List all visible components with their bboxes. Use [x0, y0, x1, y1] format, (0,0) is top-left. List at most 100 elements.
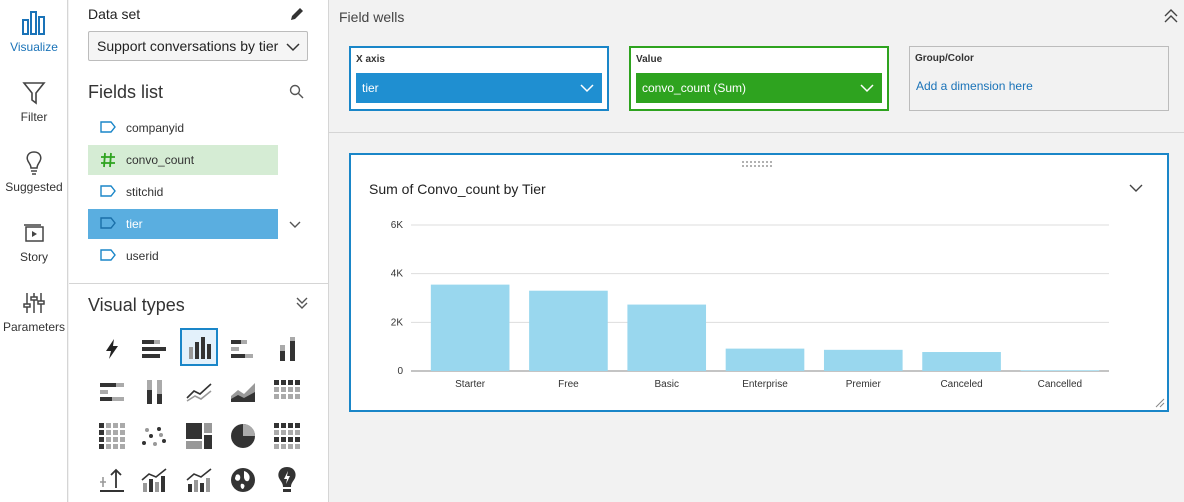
- x-axis-well[interactable]: X axis tier: [349, 46, 609, 111]
- edit-dataset-button[interactable]: [289, 6, 305, 27]
- y-tick-label: 2K: [391, 317, 404, 328]
- group-color-well-label: Group/Color: [915, 53, 974, 64]
- percent-bar-chart-icon: [100, 383, 124, 401]
- visual-type-pie[interactable]: [224, 417, 262, 455]
- visual-type-100-column[interactable]: [135, 373, 173, 411]
- dimension-tag-icon: [100, 121, 116, 133]
- field-item-convo-count[interactable]: convo_count: [88, 145, 278, 175]
- table-icon: [274, 423, 300, 449]
- visual-type-table[interactable]: [268, 417, 306, 455]
- story-icon: [24, 224, 44, 242]
- percent-column-chart-icon: [147, 380, 162, 404]
- scatter-plot-icon: [142, 427, 166, 446]
- field-label: convo_count: [126, 153, 195, 167]
- collapse-field-wells-button[interactable]: [1163, 8, 1179, 29]
- area-chart-icon: [231, 383, 255, 402]
- bar-premier[interactable]: [823, 349, 903, 371]
- field-item-companyid[interactable]: companyid: [88, 113, 278, 143]
- x-tick-label: Enterprise: [742, 379, 788, 390]
- globe-icon: [231, 468, 255, 492]
- bar-chart: 0 2K 4K 6K Starter Free Basic Enterprise Premier…: [391, 220, 1109, 390]
- line-chart-icon: [186, 383, 212, 402]
- visual-type-vertical-bar[interactable]: [180, 328, 218, 366]
- divider: [69, 283, 329, 284]
- visual-type-combo-bar-line[interactable]: [135, 461, 173, 499]
- combo-stacked-chart-icon: [186, 468, 212, 492]
- pie-chart-icon: [231, 424, 255, 448]
- visual-type-tree-map[interactable]: [180, 417, 218, 455]
- add-dimension-link[interactable]: Add a dimension here: [916, 79, 1033, 93]
- dimension-tag-icon: [100, 217, 116, 229]
- nav-story[interactable]: Story: [0, 220, 68, 264]
- fields-list-title: Fields list: [88, 82, 164, 102]
- visual-type-insight[interactable]: [268, 461, 306, 499]
- x-tick-label: Basic: [654, 379, 678, 390]
- nav-parameters-label: Parameters: [2, 320, 66, 334]
- field-item-userid[interactable]: userid: [88, 241, 278, 271]
- value-well-label: Value: [636, 54, 663, 65]
- nav-suggested[interactable]: Suggested: [0, 150, 68, 194]
- visual-type-stacked-column[interactable]: [268, 330, 306, 368]
- field-item-tier[interactable]: tier: [88, 209, 278, 239]
- search-icon: [289, 84, 304, 99]
- chevron-down-icon: [580, 84, 594, 93]
- value-field-value: convo_count (Sum): [642, 81, 747, 95]
- visual-type-heat-map[interactable]: [268, 373, 306, 411]
- collapse-visual-types-button[interactable]: [295, 296, 309, 315]
- visual-types-title: Visual types: [88, 295, 185, 315]
- value-well[interactable]: Value convo_count (Sum): [629, 46, 889, 111]
- stacked-bar-chart-icon: [231, 340, 253, 358]
- visualize-icon: [22, 11, 45, 35]
- pivot-table-icon: [99, 423, 125, 449]
- left-nav: Visualize Filter Suggested Story Paramet…: [0, 0, 68, 502]
- visual-card[interactable]: Sum of Convo_count by Tier 0 2K 4K 6K Starte…: [349, 153, 1169, 412]
- parameters-icon: [23, 293, 45, 313]
- filter-icon: [22, 82, 46, 105]
- visual-type-line[interactable]: [180, 373, 218, 411]
- dataset-label: Data set: [88, 6, 141, 22]
- horizontal-bar-chart-icon: [142, 340, 166, 358]
- field-options-button[interactable]: [289, 217, 301, 235]
- visual-type-kpi[interactable]: [93, 461, 131, 499]
- visual-type-100-bar[interactable]: [93, 373, 131, 411]
- visual-type-autograph[interactable]: [93, 330, 131, 368]
- x-axis-field-pill[interactable]: tier: [356, 73, 602, 103]
- nav-visualize[interactable]: Visualize: [0, 10, 68, 54]
- vertical-bar-chart-icon: [189, 337, 211, 359]
- value-field-pill[interactable]: convo_count (Sum): [636, 73, 882, 103]
- nav-filter[interactable]: Filter: [0, 80, 68, 124]
- bar-cancelled[interactable]: [1020, 370, 1100, 371]
- dataset-select[interactable]: Support conversations by tier: [88, 31, 308, 61]
- visual-type-horizontal-bar[interactable]: [135, 330, 173, 368]
- visual-type-pivot-table[interactable]: [93, 417, 131, 455]
- field-wells: Field wells X axis tier Value convo_coun…: [329, 0, 1184, 133]
- visual-type-stacked-bar[interactable]: [224, 330, 262, 368]
- bar-enterprise[interactable]: [725, 348, 805, 371]
- resize-handle-icon[interactable]: [1155, 398, 1165, 408]
- bar-free[interactable]: [529, 290, 608, 371]
- kpi-icon: [100, 468, 124, 492]
- visual-type-combo-stacked[interactable]: [180, 461, 218, 499]
- bar-basic[interactable]: [627, 304, 707, 371]
- x-tick-label: Canceled: [940, 379, 982, 390]
- x-tick-label: Free: [558, 379, 579, 390]
- field-wells-title: Field wells: [339, 9, 405, 25]
- double-chevron-up-icon: [1164, 9, 1178, 23]
- group-color-well[interactable]: Group/Color Add a dimension here: [909, 46, 1169, 111]
- x-tick-label: Starter: [455, 379, 486, 390]
- fields-panel: Data set Support conversations by tier F…: [69, 0, 329, 502]
- visual-type-area[interactable]: [224, 373, 262, 411]
- tree-map-icon: [186, 423, 212, 449]
- y-tick-label: 0: [397, 366, 403, 377]
- nav-parameters[interactable]: Parameters: [0, 290, 68, 334]
- field-label: tier: [126, 217, 143, 231]
- bar-starter[interactable]: [430, 284, 510, 371]
- dataset-select-value: Support conversations by tier: [97, 38, 279, 54]
- bar-canceled[interactable]: [922, 352, 1001, 371]
- visual-type-geospatial[interactable]: [224, 461, 262, 499]
- insight-bulb-icon: [278, 467, 296, 492]
- chevron-down-icon: [289, 221, 301, 228]
- fields-search-button[interactable]: [289, 84, 304, 104]
- field-item-stitchid[interactable]: stitchid: [88, 177, 278, 207]
- visual-type-scatter[interactable]: [135, 417, 173, 455]
